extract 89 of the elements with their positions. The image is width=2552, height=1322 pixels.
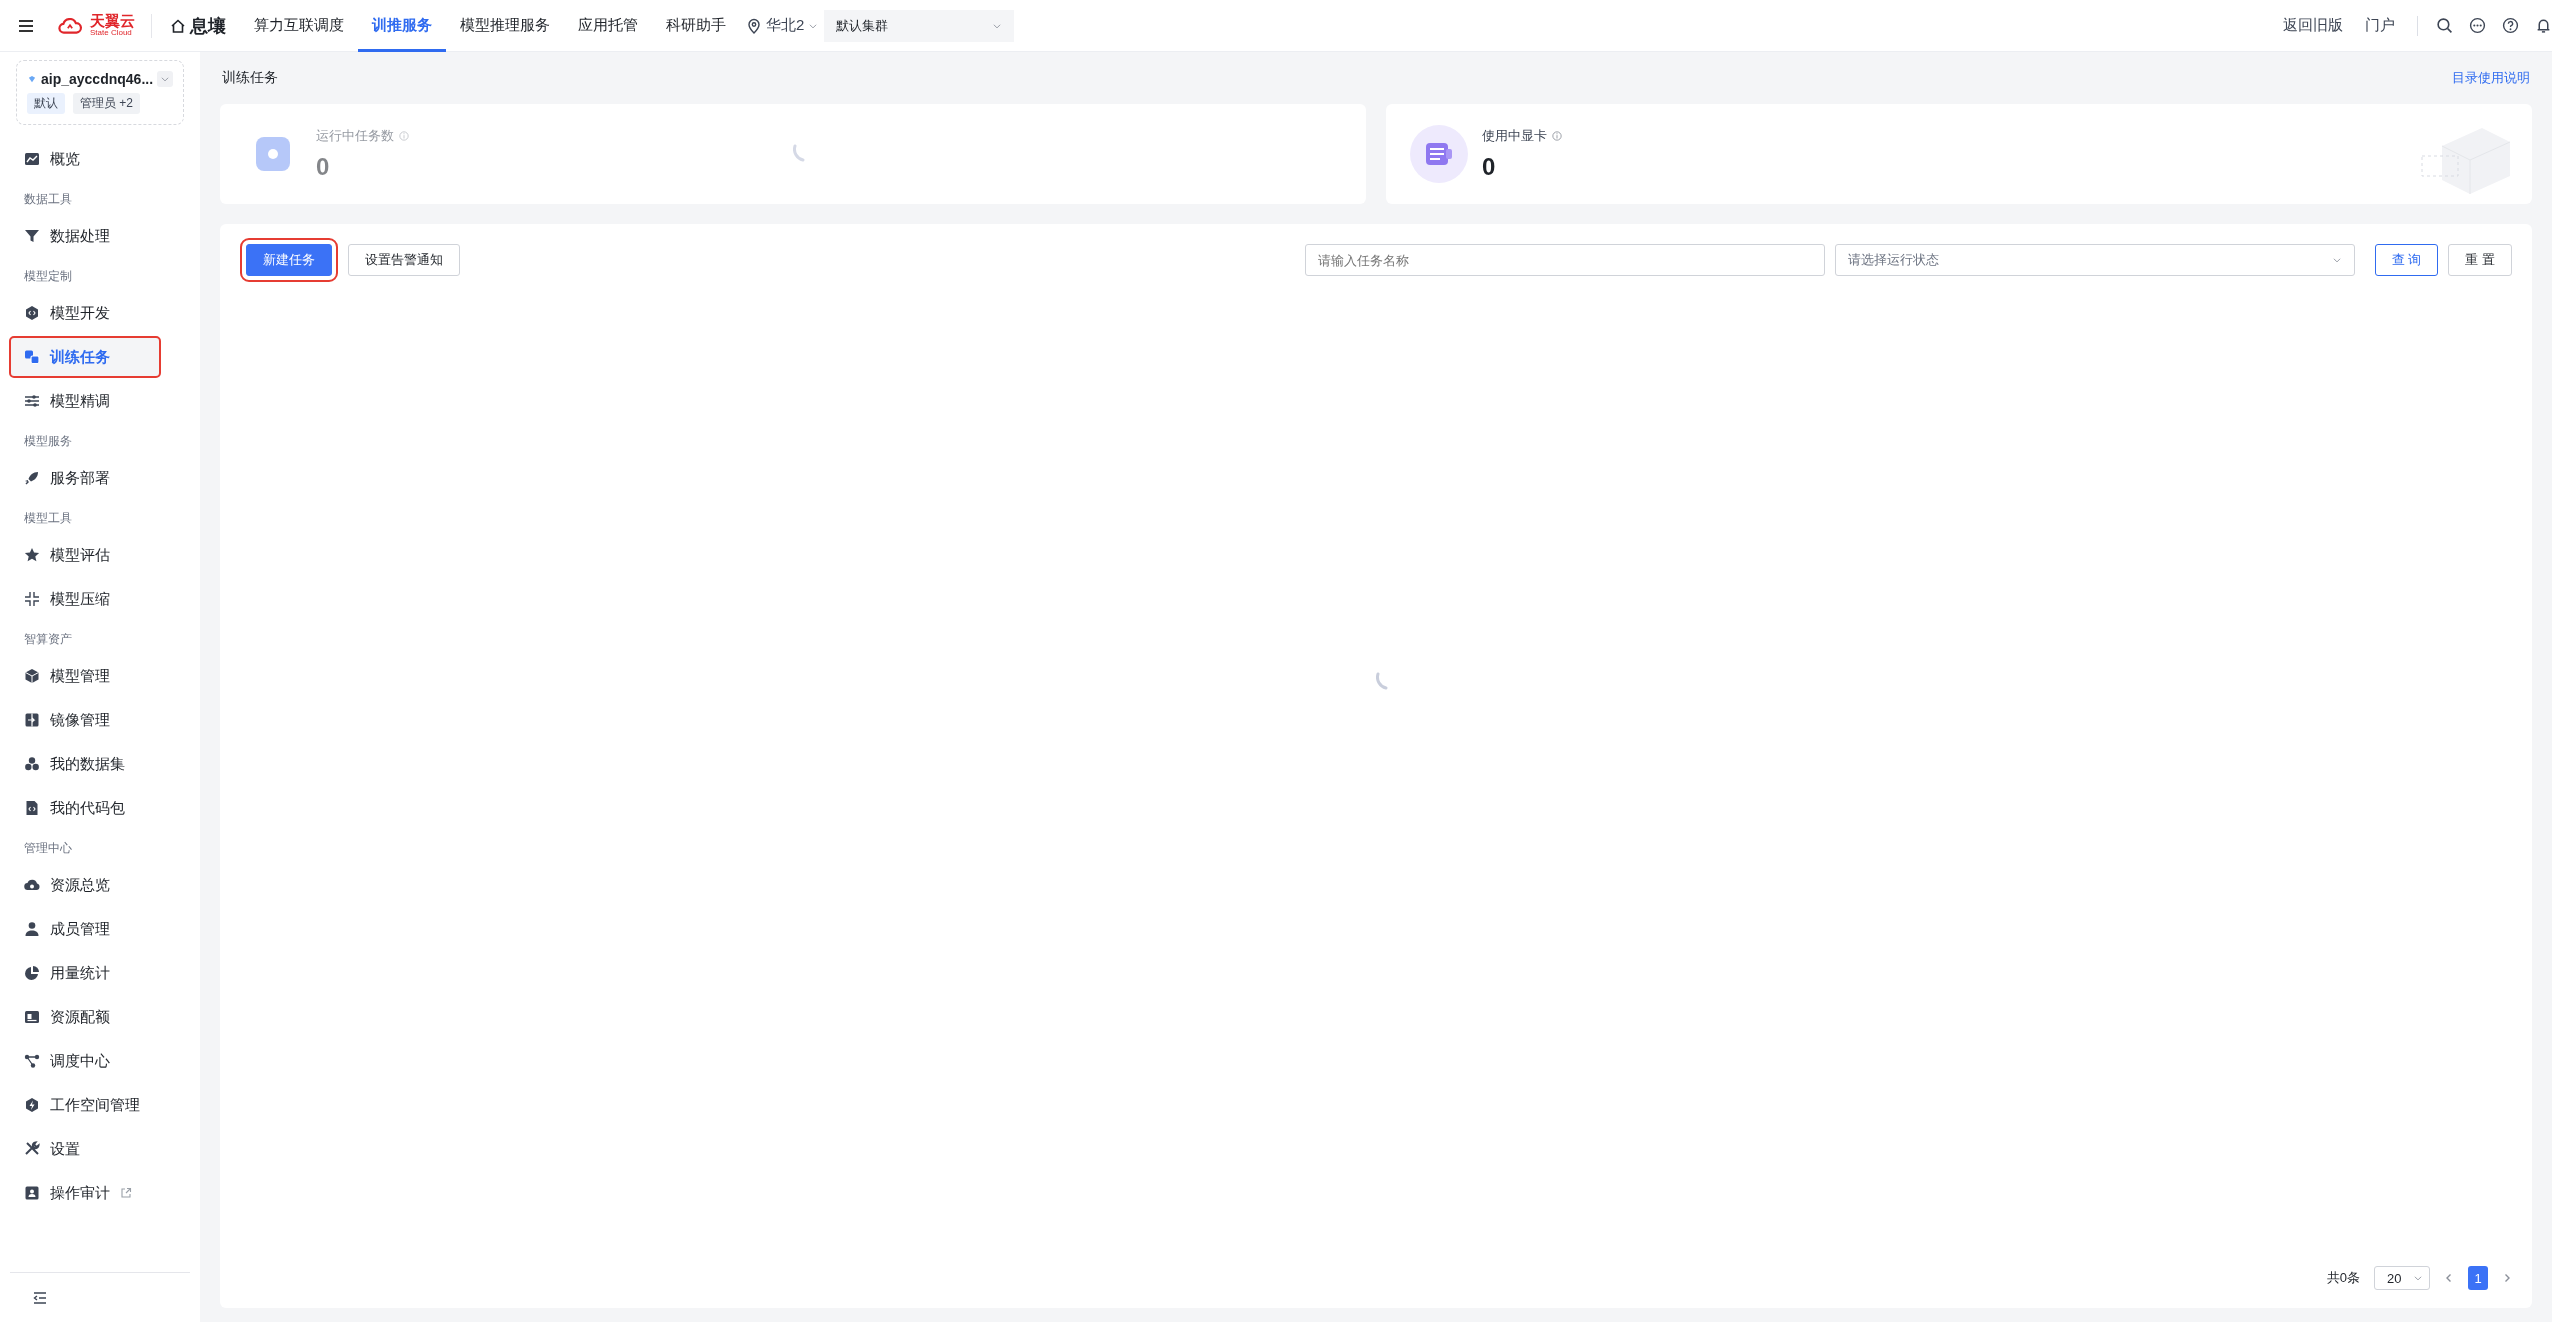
toolbar-button[interactable]: 设置告警通知 xyxy=(348,244,460,276)
workspace-name: aip_ayccdnq46... xyxy=(41,71,154,87)
external-link-icon xyxy=(120,1187,132,1199)
sidebar-item[interactable]: 模型评估 xyxy=(10,535,190,575)
sidebar-item[interactable]: 资源配额 xyxy=(10,997,190,1037)
section-heading: 数据工具 xyxy=(23,191,73,208)
section-heading: 智算资产 xyxy=(23,631,73,648)
status-select[interactable]: 请选择运行状态 xyxy=(1834,244,2355,276)
quota-icon xyxy=(24,1009,40,1025)
sidebar-item[interactable]: 数据处理 xyxy=(10,216,190,256)
sidebar-item[interactable]: 概览 xyxy=(10,139,190,179)
section-heading: 管理中心 xyxy=(23,840,73,857)
brand-tagline: State Cloud xyxy=(90,28,132,37)
compress-icon xyxy=(24,591,40,607)
nav-tab[interactable]: 算力互联调度 xyxy=(240,0,358,52)
role-tag: 管理员 +2 xyxy=(73,93,140,114)
section-heading: 模型服务 xyxy=(23,433,73,450)
gpu-card-icon xyxy=(1410,125,1468,183)
chart-icon xyxy=(24,151,40,167)
product-name: 息壤 xyxy=(190,14,226,38)
nav-tab[interactable]: 训推服务 xyxy=(358,0,446,52)
page-size-select[interactable]: 20 xyxy=(2374,1266,2430,1290)
sidebar-item[interactable]: 模型精调 xyxy=(10,381,190,421)
code-file-icon xyxy=(24,800,40,816)
sidebar-item[interactable]: 我的数据集 xyxy=(10,744,190,784)
cloud-icon xyxy=(24,877,40,893)
cluster-select[interactable]: 默认集群 xyxy=(824,9,1015,42)
brand-name: 天翼云 xyxy=(90,14,135,28)
section-heading: 模型工具 xyxy=(23,510,73,527)
stat-value: 0 xyxy=(316,153,331,181)
help-icon[interactable] xyxy=(2502,17,2519,34)
pie-icon xyxy=(24,965,40,981)
id-card-icon xyxy=(24,1185,40,1201)
sidebar-item[interactable]: 用量统计 xyxy=(10,953,190,993)
top-link[interactable]: 门户 xyxy=(2365,16,2395,35)
nodes-icon xyxy=(24,1053,40,1069)
workspace-card[interactable]: aip_ayccdnq46... 默认 管理员 +2 xyxy=(16,60,184,125)
next-page-icon[interactable] xyxy=(2502,1273,2512,1283)
tasks-icon xyxy=(24,349,40,365)
reset-button[interactable]: 重 置 xyxy=(2448,244,2512,276)
section-heading: 模型定制 xyxy=(23,268,73,285)
role-tag: 默认 xyxy=(27,93,65,114)
person-icon xyxy=(24,921,40,937)
chat-icon[interactable] xyxy=(2469,17,2486,34)
funnel-icon xyxy=(24,228,40,244)
location-pin-icon xyxy=(746,17,762,34)
sidebar-item[interactable]: 模型压缩 xyxy=(10,579,190,619)
sidebar-item[interactable]: 模型开发 xyxy=(10,293,190,333)
sidebar-item[interactable]: 服务部署 xyxy=(10,458,190,498)
sidebar-item[interactable]: 资源总览 xyxy=(10,865,190,905)
nav-tab[interactable]: 模型推理服务 xyxy=(446,0,564,52)
page-number[interactable]: 1 xyxy=(2468,1266,2488,1290)
previous-page-icon[interactable] xyxy=(2444,1273,2454,1283)
caret-icon xyxy=(2413,1273,2423,1283)
stat-value: 0 xyxy=(1482,153,1497,181)
caret-icon xyxy=(2331,255,2342,265)
help-link[interactable]: 目录使用说明 xyxy=(2452,69,2530,87)
query-button[interactable]: 查 询 xyxy=(2374,244,2439,276)
stat-label: 使用中显卡 xyxy=(1482,127,1547,145)
nav-tab[interactable]: 应用托管 xyxy=(564,0,652,52)
sidebar-item[interactable]: 成员管理 xyxy=(10,909,190,949)
box-icon xyxy=(24,668,40,684)
search-field[interactable]: 请输入任务名称 xyxy=(1304,244,1825,276)
sliders-icon xyxy=(24,393,40,409)
page-title: 训练任务 xyxy=(222,69,278,87)
nav-tab[interactable]: 科研助手 xyxy=(652,0,740,52)
rocket-icon xyxy=(24,470,40,486)
sidebar-item[interactable]: 设置 xyxy=(10,1129,190,1169)
tools-icon xyxy=(24,1141,40,1157)
sidebar-item[interactable]: 操作审计 xyxy=(10,1173,190,1213)
home-icon xyxy=(170,17,186,34)
sidebar-item[interactable]: 镜像管理 xyxy=(10,700,190,740)
search-icon[interactable] xyxy=(2436,17,2453,34)
stat-label: 运行中任务数 xyxy=(316,127,394,145)
sidebar-item[interactable]: 训练任务 xyxy=(10,337,160,377)
loading-spinner-icon xyxy=(793,144,805,162)
top-link[interactable]: 返回旧版 xyxy=(2283,16,2343,35)
star-icon xyxy=(24,547,40,563)
bell-icon[interactable] xyxy=(2535,17,2552,34)
bolt-hexagon-icon xyxy=(24,1097,40,1113)
total-count: 共0条 xyxy=(2326,1269,2360,1287)
collapse-menu-icon[interactable] xyxy=(32,1289,48,1306)
circles-icon xyxy=(24,756,40,772)
sidebar-item[interactable]: 我的代码包 xyxy=(10,788,190,828)
sidebar-item[interactable]: 调度中心 xyxy=(10,1041,190,1081)
code-hexagon-icon xyxy=(24,305,40,321)
sidebar-item[interactable]: 工作空间管理 xyxy=(10,1085,190,1125)
region-label[interactable]: 华北2 xyxy=(766,16,805,35)
sidebar-item[interactable]: 模型管理 xyxy=(10,656,190,696)
